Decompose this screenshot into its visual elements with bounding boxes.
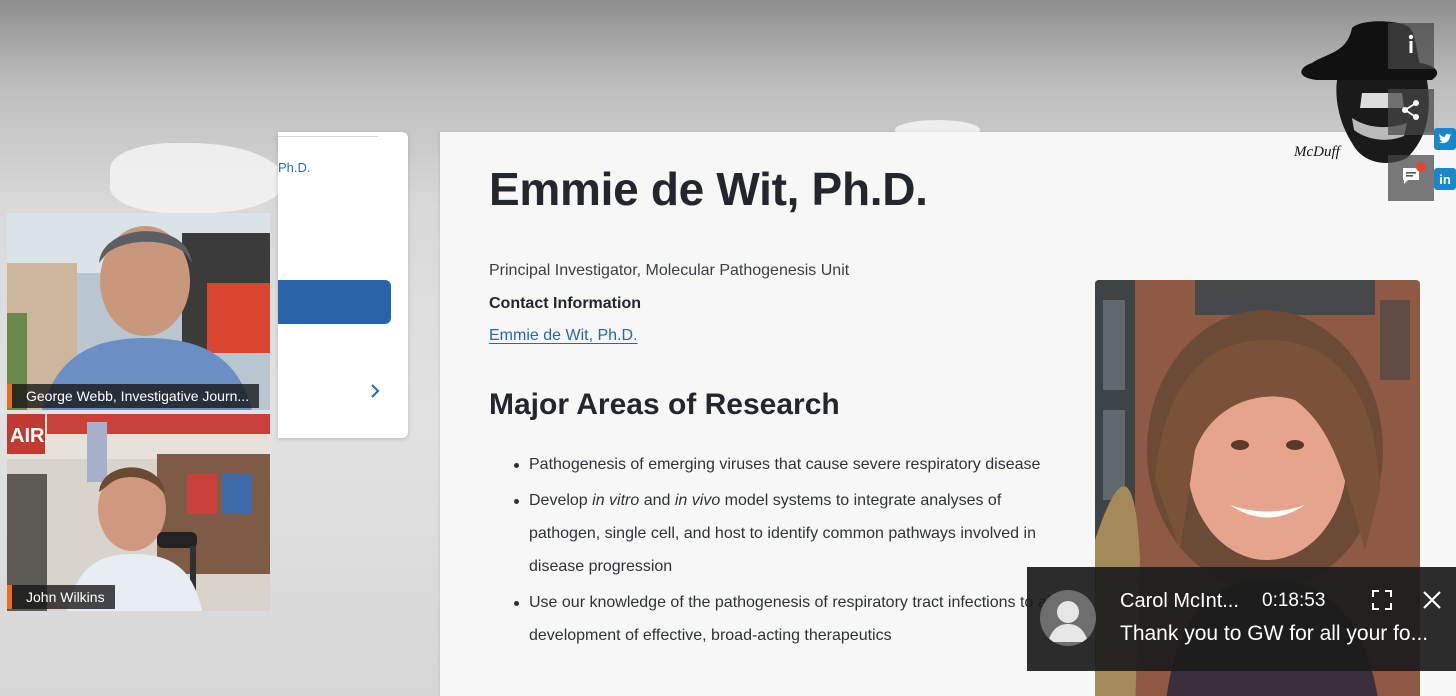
expand-icon[interactable] bbox=[1370, 588, 1394, 612]
chat-author: Carol McInt... bbox=[1120, 590, 1239, 612]
list-item: Pathogenesis of emerging viruses that ca… bbox=[514, 448, 1062, 481]
chat-notification[interactable]: Carol McInt... 0:18:53 Thank you to GW f… bbox=[1027, 567, 1456, 671]
role-text: Principal Investigator, Molecular Pathog… bbox=[489, 262, 850, 279]
contact-heading: Contact Information bbox=[489, 295, 641, 312]
list-item: Develop in vitro and in vivo model syste… bbox=[514, 484, 1062, 583]
side-card: Ph.D. bbox=[278, 132, 408, 438]
research-list: Pathogenesis of emerging viruses that ca… bbox=[514, 448, 1062, 652]
page-title: Emmie de Wit, Ph.D. bbox=[489, 163, 928, 215]
participant-name-tag: John Wilkins bbox=[7, 585, 115, 609]
background-map-shape bbox=[110, 143, 285, 213]
svg-text:AIR: AIR bbox=[10, 425, 45, 447]
participant-video-tile[interactable]: AIR John Wilkins bbox=[7, 414, 270, 611]
side-card-button[interactable] bbox=[278, 280, 391, 324]
info-button[interactable] bbox=[1388, 23, 1434, 69]
side-card-link[interactable]: Ph.D. bbox=[278, 160, 311, 175]
chat-timestamp: 0:18:53 bbox=[1262, 590, 1326, 611]
avatar bbox=[1040, 590, 1096, 646]
share-button[interactable] bbox=[1388, 89, 1434, 135]
twitter-icon[interactable] bbox=[1434, 128, 1456, 150]
section-heading: Major Areas of Research bbox=[489, 388, 840, 421]
info-icon bbox=[1402, 33, 1420, 60]
notification-dot bbox=[1416, 162, 1426, 172]
share-icon bbox=[1400, 99, 1422, 126]
list-item: Use our knowledge of the pathogenesis of… bbox=[514, 586, 1062, 652]
chevron-right-icon[interactable] bbox=[362, 378, 388, 404]
chat-message: Thank you to GW for all your fo... bbox=[1120, 622, 1429, 645]
participant-name-tag: George Webb, Investigative Journ... bbox=[7, 384, 260, 408]
participant-video-tile[interactable]: George Webb, Investigative Journ... bbox=[7, 213, 270, 410]
side-card-divider bbox=[278, 136, 378, 137]
logo-text: McDuff bbox=[1293, 144, 1342, 160]
linkedin-icon[interactable]: in bbox=[1434, 168, 1456, 190]
contact-link[interactable]: Emmie de Wit, Ph.D. bbox=[489, 327, 637, 345]
close-icon[interactable] bbox=[1420, 588, 1444, 612]
chat-button[interactable] bbox=[1388, 155, 1434, 201]
